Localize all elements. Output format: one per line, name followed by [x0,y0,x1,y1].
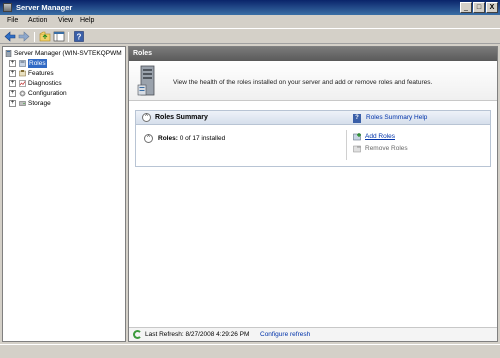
add-roles-icon [353,133,361,141]
roles-status: 0 of 17 installed [179,135,226,142]
last-refresh-text: Last Refresh: 8/27/2008 4:29:26 PM [145,331,250,338]
toolbar-separator [34,32,35,42]
maximize-button[interactable]: □ [473,2,485,13]
roles-summary-header: ^ Roles Summary ? Roles Summary Help [136,111,490,125]
server-tower-icon [137,65,155,96]
roles-summary-title: Roles Summary [155,114,208,121]
close-button[interactable]: X [486,2,498,13]
tree-item-label: Features [28,70,54,77]
banner-description: View the health of the roles installed o… [173,79,433,86]
diagnostics-icon [19,80,26,87]
tree-root-label: Server Manager (WIN-SVTEKQPWM [14,50,122,57]
menu-bar: File Action View Help [0,15,500,28]
remove-roles-link[interactable]: Remove Roles [365,145,408,152]
toolbar-separator [68,32,69,42]
configuration-icon [19,90,26,97]
tree-item-label: Diagnostics [28,80,62,87]
roles-summary-help-link[interactable]: Roles Summary Help [366,114,427,121]
expand-storage-icon[interactable]: + [9,100,16,107]
server-manager-app-icon [3,3,12,12]
menu-file[interactable]: File [7,17,18,24]
navigation-tree: Server Manager (WIN-SVTEKQPWM + Roles + … [2,46,126,342]
help-book-icon: ? [353,114,361,123]
add-roles-link[interactable]: Add Roles [365,133,395,140]
toolbar: ? [0,28,500,44]
tree-item-label: Storage [28,100,51,107]
features-icon [19,70,26,77]
show-hide-tree-icon[interactable] [53,31,65,42]
menu-action[interactable]: Action [28,17,47,24]
roles-icon [19,60,26,67]
back-arrow-icon[interactable] [4,31,16,42]
remove-roles-icon [353,145,361,153]
expand-diagnostics-icon[interactable]: + [9,80,16,87]
forward-arrow-icon[interactable] [18,31,30,42]
content-header-title: Roles [129,47,497,61]
refresh-status-bar: Last Refresh: 8/27/2008 4:29:26 PM Confi… [129,327,497,341]
roles-summary-section: ^ Roles Summary ? Roles Summary Help ^ R… [135,110,491,167]
roles-banner: View the health of the roles installed o… [129,61,497,101]
refresh-icon[interactable] [133,330,142,339]
expand-features-icon[interactable]: + [9,70,16,77]
menu-view[interactable]: View [58,17,73,24]
window-status-strip [0,344,500,358]
expand-roles-icon[interactable]: + [9,60,16,67]
title-bar: Server Manager _ □ X [0,0,500,15]
roles-label: Roles: [158,135,178,142]
svg-text:?: ? [77,33,82,42]
collapse-roles-button[interactable]: ^ [144,134,153,143]
tree-item-label: Roles [28,59,47,68]
help-icon[interactable]: ? [73,31,85,42]
tree-item-label: Configuration [28,90,67,97]
actions-divider [346,130,347,160]
minimize-button[interactable]: _ [460,2,472,13]
expand-configuration-icon[interactable]: + [9,90,16,97]
storage-icon [19,101,26,106]
window-title: Server Manager [16,3,73,12]
up-folder-icon[interactable] [39,31,51,42]
configure-refresh-link[interactable]: Configure refresh [260,331,310,338]
server-manager-icon [5,50,12,57]
menu-help[interactable]: Help [80,17,94,24]
roles-count-line: Roles: 0 of 17 installed [158,135,225,142]
content-pane: Roles View the health of the roles insta… [128,46,498,342]
collapse-summary-button[interactable]: ^ [142,113,151,122]
